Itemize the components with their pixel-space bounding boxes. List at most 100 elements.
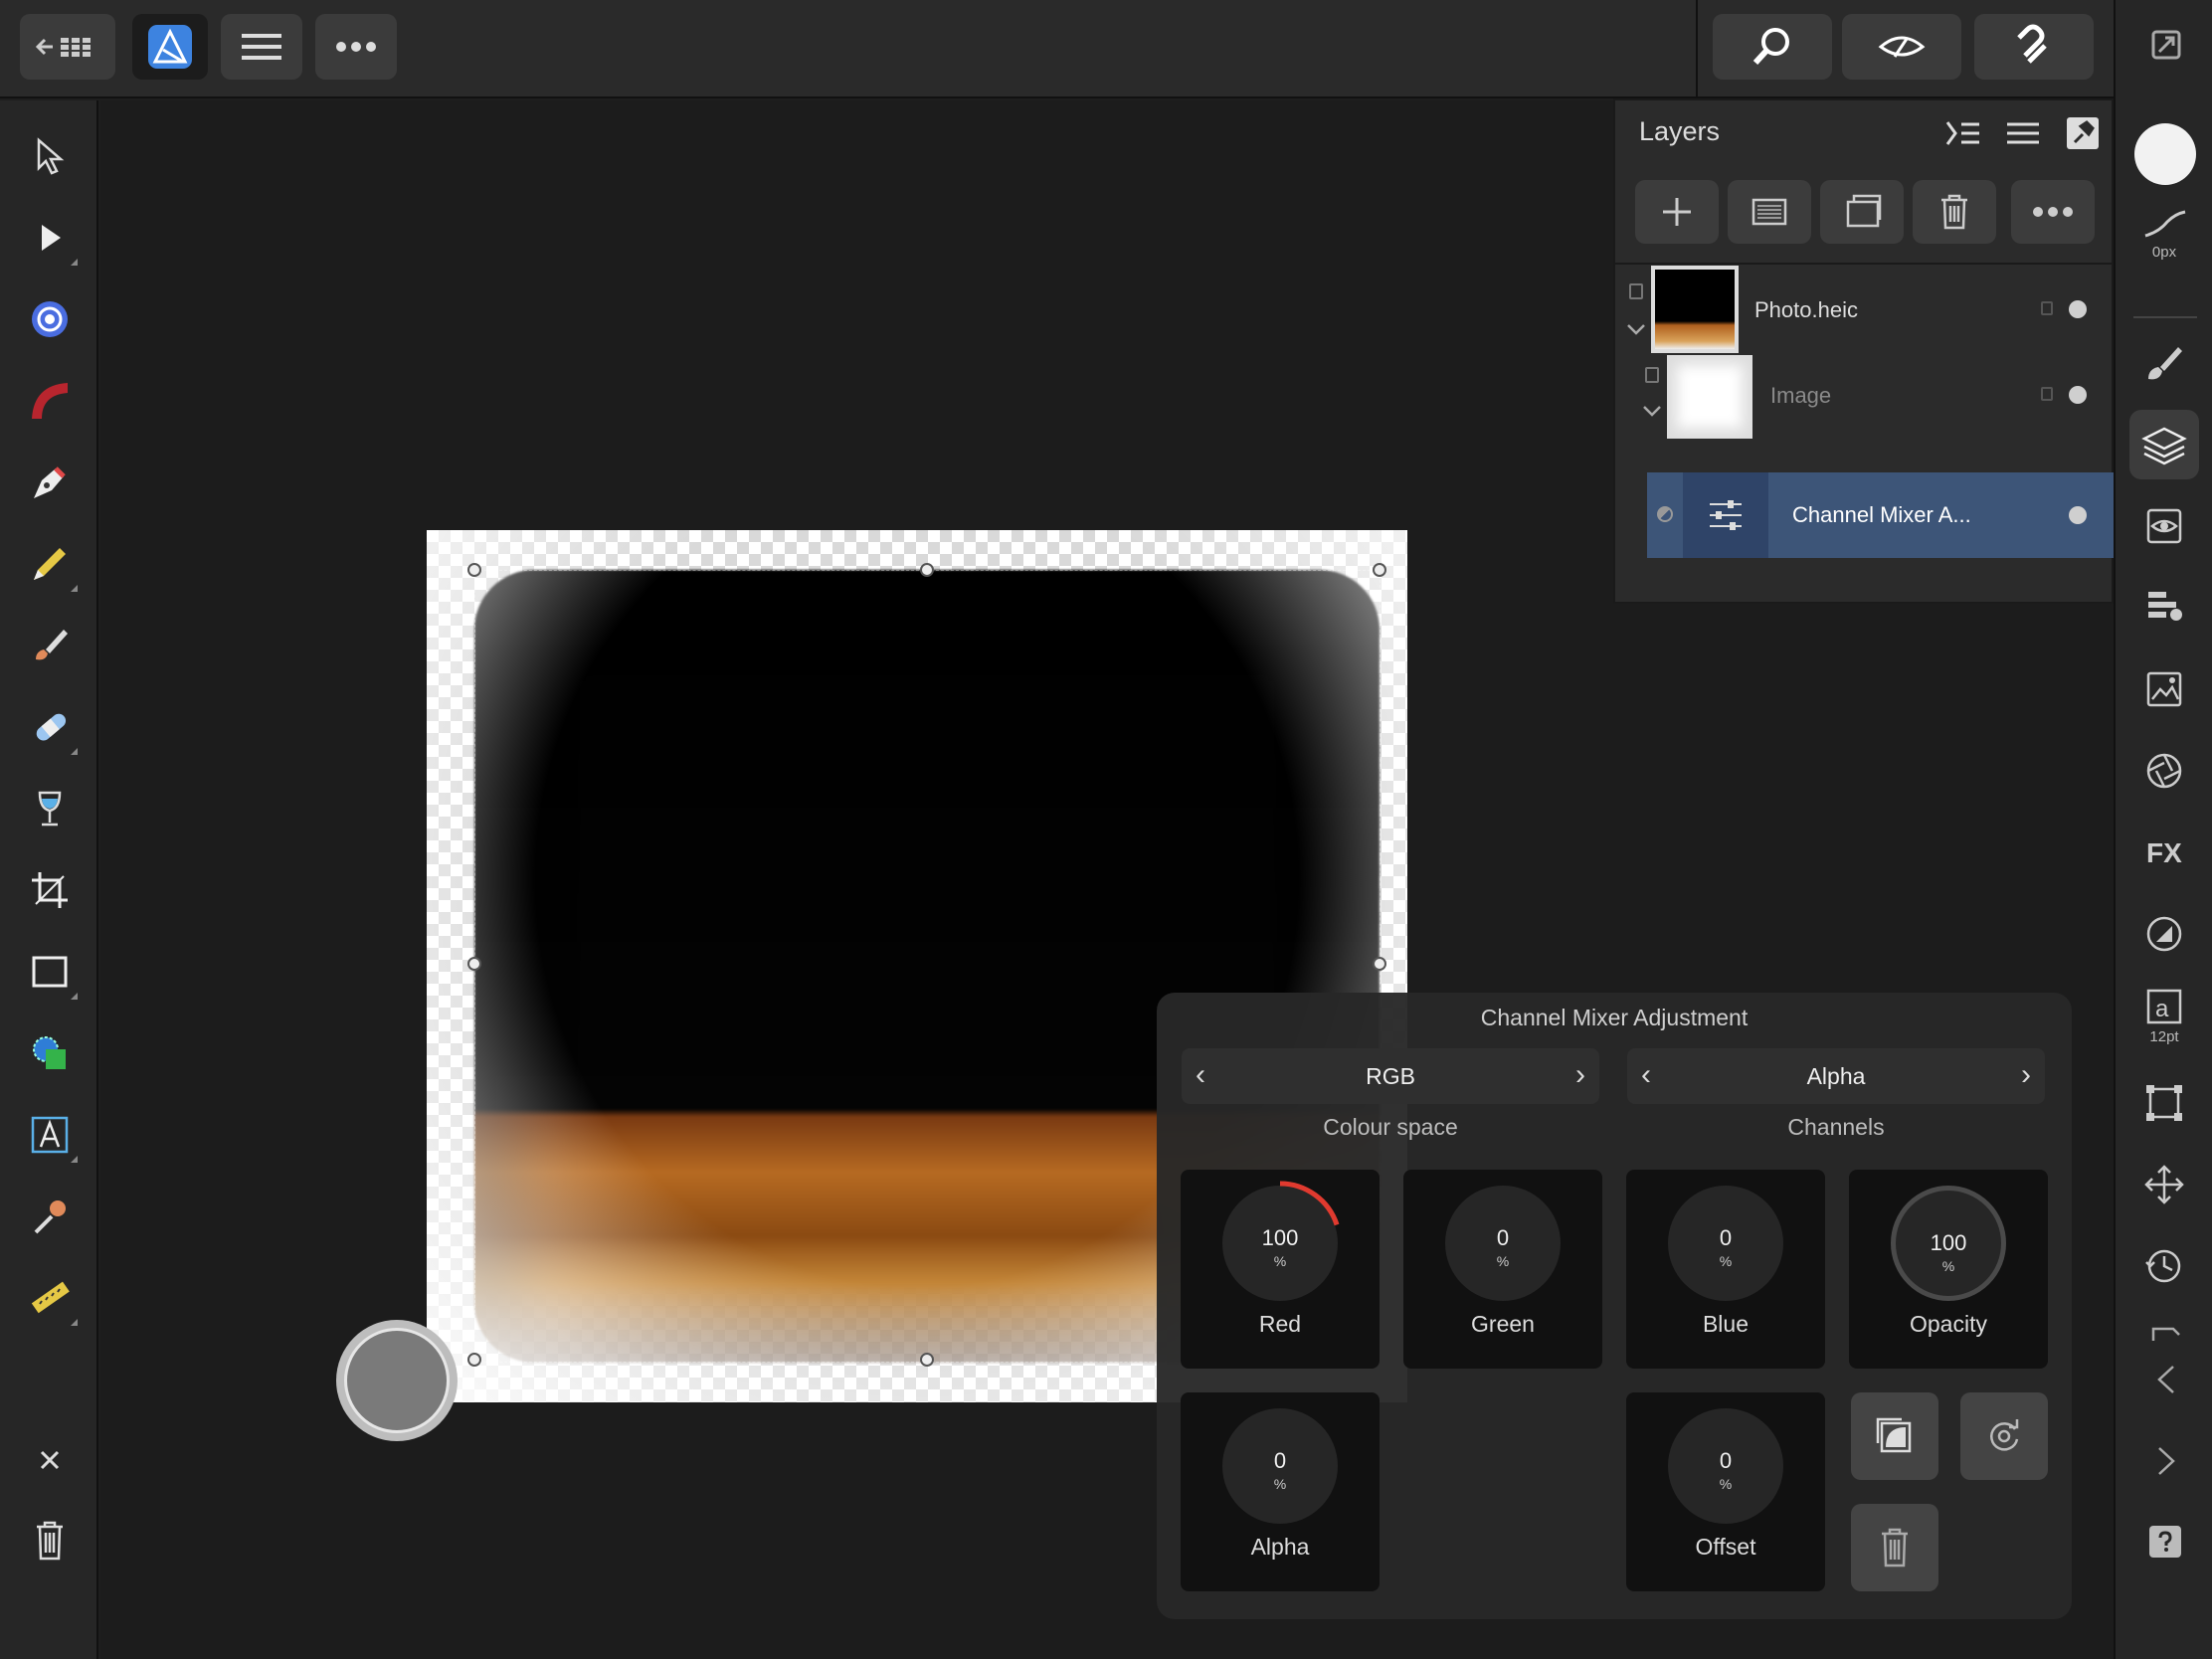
cancel-button[interactable] [20, 1430, 80, 1490]
hamburger-icon [242, 34, 281, 60]
brushes-studio-button[interactable] [2129, 328, 2199, 398]
paint-brush-tool[interactable] [20, 616, 80, 675]
styles-studio-button[interactable] [2129, 899, 2199, 969]
vector-tool[interactable] [20, 1023, 80, 1083]
collapse-panel-button[interactable] [1943, 114, 1983, 152]
opacity-dial[interactable]: 100 % [1891, 1186, 2006, 1301]
resize-handle[interactable] [1373, 957, 1386, 971]
color-swatch[interactable] [2134, 123, 2196, 185]
colour-space-selector[interactable]: ‹ RGB › [1182, 1048, 1599, 1104]
stock-studio-button[interactable] [2129, 654, 2199, 724]
pen-tool[interactable] [20, 453, 80, 512]
flood-fill-tool[interactable] [20, 779, 80, 838]
alpha-dial[interactable]: 0 % [1222, 1408, 1338, 1524]
layer-thumbnail [1683, 472, 1768, 558]
visibility-dot[interactable] [2069, 386, 2087, 404]
chevron-down-icon[interactable] [1625, 321, 1647, 337]
red-dial[interactable]: 100 % [1222, 1181, 1340, 1301]
chevron-left-icon[interactable]: ‹ [1641, 1058, 1651, 1092]
plus-icon [1663, 198, 1691, 226]
add-mask-button[interactable] [1728, 180, 1811, 244]
submenu-corner [71, 585, 78, 592]
redo-button[interactable] [2153, 1444, 2179, 1478]
delete-button[interactable] [20, 1511, 80, 1570]
green-knob-card[interactable]: 0 % Green [1403, 1170, 1602, 1369]
retouch-tool[interactable] [20, 697, 80, 757]
shapes-overlap-icon [33, 1036, 66, 1069]
group-layers-button[interactable] [1820, 180, 1904, 244]
chevron-right-icon[interactable]: › [2021, 1058, 2031, 1092]
blue-dial[interactable]: 0 % [1668, 1186, 1783, 1301]
red-knob-card[interactable]: 100 % Red [1181, 1170, 1380, 1369]
move-tool[interactable] [20, 126, 80, 186]
layers-studio-button[interactable] [2129, 410, 2199, 479]
selection-brush-tool[interactable] [20, 289, 80, 349]
channels-studio-button[interactable] [2129, 491, 2199, 561]
gradient-tool[interactable] [20, 371, 80, 431]
layer-row-photo[interactable]: Photo.heic [1615, 266, 2114, 353]
merge-adjustment-button[interactable] [1851, 1392, 1938, 1480]
rectangle-tool[interactable] [20, 942, 80, 1002]
visibility-dot[interactable] [2069, 506, 2087, 524]
delete-layer-button[interactable] [1913, 180, 1996, 244]
chevron-right-icon[interactable]: › [1575, 1058, 1585, 1092]
adjustments-studio-button[interactable] [2129, 573, 2199, 643]
more-button[interactable] [315, 14, 397, 80]
offset-knob-card[interactable]: 0 % Offset [1626, 1392, 1825, 1591]
crop-tool[interactable] [20, 860, 80, 920]
adjustment-list-icon [2148, 592, 2182, 621]
help-button[interactable] [2149, 1526, 2181, 1558]
command-controller[interactable] [336, 1320, 458, 1441]
layer-row-image[interactable]: Image [1631, 353, 2114, 441]
resize-handle[interactable] [467, 1353, 481, 1367]
resize-handle[interactable] [467, 563, 481, 577]
alpha-knob-card[interactable]: 0 % Alpha [1181, 1392, 1380, 1591]
visibility-dot[interactable] [2069, 300, 2087, 318]
color-picker-tool[interactable] [20, 1187, 80, 1246]
snapping-button[interactable] [1974, 14, 2094, 80]
text-tool[interactable] [20, 1105, 80, 1165]
channel-mixer-panel: Channel Mixer Adjustment ‹ RGB › ‹ Alpha… [1157, 993, 2072, 1619]
lock-icon[interactable] [2041, 301, 2053, 315]
add-layer-button[interactable] [1635, 180, 1719, 244]
opacity-knob-card[interactable]: 100 % Opacity [1849, 1170, 2048, 1369]
dial-value: 100 [1261, 1225, 1299, 1250]
stroke-width-button[interactable]: 0px [2129, 199, 2199, 269]
delete-adjustment-button[interactable] [1851, 1504, 1938, 1591]
macro-button[interactable] [2149, 1323, 2183, 1345]
chevron-down-icon[interactable] [1641, 403, 1663, 419]
layer-type-icon [1645, 367, 1659, 383]
channels-selector[interactable]: ‹ Alpha › [1627, 1048, 2045, 1104]
view-mode-button[interactable] [1842, 14, 1961, 80]
view-tool[interactable] [20, 208, 80, 268]
resize-handle[interactable] [920, 1353, 934, 1367]
pencil-tool[interactable] [20, 534, 80, 594]
text-studio-button[interactable]: a 12pt [2129, 981, 2199, 1050]
lock-icon[interactable] [2041, 387, 2053, 401]
menu-button[interactable] [221, 14, 302, 80]
measure-tool[interactable] [20, 1268, 80, 1328]
move-nudge-button[interactable] [2129, 1150, 2199, 1219]
transform-studio-button[interactable] [2129, 1068, 2199, 1138]
layer-more-button[interactable] [2011, 180, 2095, 244]
resize-handle[interactable] [467, 957, 481, 971]
divider [1696, 0, 1698, 98]
panel-menu-button[interactable] [2003, 114, 2043, 152]
resize-handle[interactable] [920, 563, 934, 577]
back-to-gallery-button[interactable] [20, 14, 115, 80]
effects-studio-button[interactable]: FX [2129, 818, 2199, 887]
persona-button[interactable] [132, 14, 208, 80]
offset-dial[interactable]: 0 % [1668, 1408, 1783, 1524]
undo-button[interactable] [2153, 1363, 2179, 1396]
reset-adjustment-button[interactable] [1960, 1392, 2048, 1480]
resize-handle[interactable] [1373, 563, 1386, 577]
green-dial[interactable]: 0 % [1445, 1186, 1561, 1301]
pin-panel-button[interactable] [2063, 114, 2103, 152]
history-studio-button[interactable] [2129, 1231, 2199, 1301]
layer-row-channel-mixer[interactable]: Channel Mixer A... [1647, 472, 2114, 558]
chevron-left-icon[interactable]: ‹ [1196, 1058, 1205, 1092]
navigator-studio-button[interactable] [2129, 736, 2199, 806]
zoom-button[interactable] [1713, 14, 1832, 80]
blue-knob-card[interactable]: 0 % Blue [1626, 1170, 1825, 1369]
document-menu-button[interactable] [2141, 20, 2191, 70]
